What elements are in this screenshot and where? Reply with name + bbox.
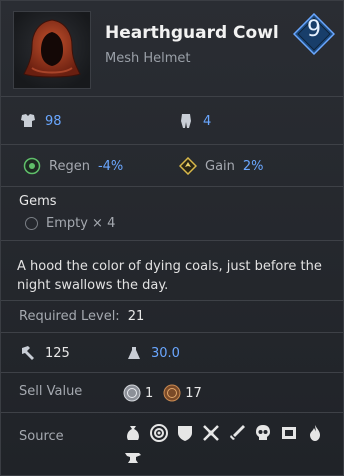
item-level: 9 (307, 17, 321, 42)
stats-section: 98 4 (1, 97, 343, 145)
sell-section: Sell Value 1 17 (1, 373, 343, 413)
gems-title: Gems (19, 194, 57, 209)
requirements-section: Required Level: 21 (1, 301, 343, 333)
tooltip-header: Hearthguard Cowl Mesh Helmet 9 (1, 1, 343, 97)
physical-section: 125 30.0 (1, 333, 343, 373)
item-type: Mesh Helmet (105, 51, 191, 66)
durability-value: 125 (45, 345, 70, 361)
weight-icon (128, 347, 140, 359)
regen-modifier: Regen -4% (23, 157, 123, 175)
gem-slot-text: Empty × 4 (46, 216, 116, 231)
gems-section: Gems Empty × 4 (1, 187, 343, 241)
silver-coin-icon (123, 384, 141, 402)
sword-icon (230, 425, 245, 440)
item-tooltip: Hearthguard Cowl Mesh Helmet 9 98 4 Rege… (0, 0, 344, 476)
source-label: Source (19, 429, 64, 444)
item-description: A hood the color of dying coals, just be… (17, 259, 322, 293)
source-label-text: Source (19, 429, 64, 444)
encumbrance-icon (181, 114, 191, 128)
shield-icon (178, 426, 192, 441)
empty-gem-slot-icon (25, 217, 38, 230)
item-name: Hearthguard Cowl (105, 23, 279, 43)
source-section: Source (1, 413, 343, 475)
required-level-label: Required Level: (19, 309, 120, 324)
silver-value: 1 (145, 385, 154, 401)
encumbrance-value: 4 (203, 113, 212, 129)
copper-coin-icon (163, 384, 181, 402)
durability-stat: 125 (19, 344, 70, 362)
flame-icon (310, 425, 320, 441)
pouch-icon (127, 426, 139, 440)
gem-slots: Empty × 4 (25, 216, 115, 231)
sell-label: Sell Value (19, 384, 82, 399)
encumbrance-stat: 4 (177, 112, 211, 130)
target-icon (150, 424, 168, 442)
crossed-tools-icon (203, 425, 219, 441)
skull-icon (256, 425, 270, 440)
armor-stat: 98 (19, 112, 62, 130)
required-level-value: 21 (127, 309, 145, 324)
anvil-icon (125, 453, 141, 463)
sell-label-text: Sell Value (19, 384, 83, 399)
gain-modifier: Gain 2% (179, 157, 264, 175)
scroll-icon (282, 427, 296, 439)
hammer-icon (22, 346, 34, 360)
gain-icon (179, 157, 197, 175)
armor-value: 98 (45, 113, 62, 129)
item-portrait (13, 11, 91, 89)
weight-value: 30.0 (151, 345, 180, 361)
source-icons (123, 423, 333, 467)
hood-icon (23, 19, 81, 78)
copper-value: 17 (185, 385, 202, 401)
gain-label: Gain (205, 158, 235, 174)
modifiers-section: Regen -4% Gain 2% (1, 145, 343, 187)
sell-price: 1 17 (123, 384, 202, 402)
regen-icon (23, 157, 41, 175)
regen-value: -4% (97, 158, 124, 174)
regen-label: Regen (49, 158, 90, 174)
weight-stat: 30.0 (125, 344, 180, 362)
required-level: Required Level: 21 (19, 309, 144, 324)
description-section: A hood the color of dying coals, just be… (1, 241, 343, 301)
armor-icon (21, 114, 35, 127)
gain-value: 2% (242, 158, 264, 174)
